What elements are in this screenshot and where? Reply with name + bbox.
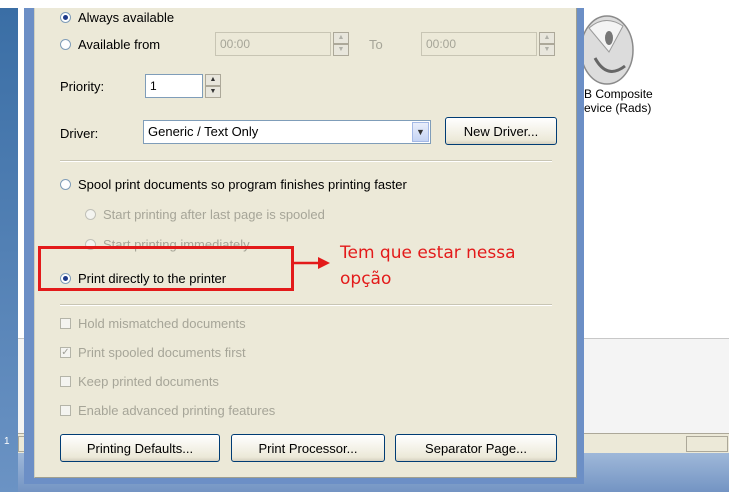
spinner-up-icon[interactable]: ▲	[333, 32, 349, 44]
print-spooled-first-checkbox[interactable]: ✓	[60, 347, 71, 358]
spinner-down-icon[interactable]: ▼	[539, 44, 555, 56]
print-processor-button[interactable]: Print Processor...	[231, 434, 385, 462]
spinner-down-icon[interactable]: ▼	[333, 44, 349, 56]
keep-printed-option[interactable]: Keep printed documents	[60, 374, 219, 389]
available-from-option[interactable]: Available from	[60, 37, 160, 52]
arrow-right-icon	[294, 257, 330, 269]
screen: 1 B Composite evice (Rads) Always availa…	[0, 0, 729, 492]
hold-mismatched-option[interactable]: Hold mismatched documents	[60, 316, 246, 331]
device-label[interactable]: B Composite evice (Rads)	[584, 87, 694, 115]
always-available-radio[interactable]	[60, 12, 71, 23]
start-after-last-page-label: Start printing after last page is spoole…	[103, 207, 325, 222]
separator-page-button[interactable]: Separator Page...	[395, 434, 557, 462]
top-header-strip	[0, 0, 729, 8]
start-after-last-page-radio[interactable]	[85, 209, 96, 220]
available-to-spinner[interactable]: ▲ ▼	[539, 32, 555, 56]
print-spooled-first-option[interactable]: ✓ Print spooled documents first	[60, 345, 246, 360]
spinner-down-icon[interactable]: ▼	[205, 86, 221, 98]
available-from-time-field[interactable]: 00:00	[215, 32, 331, 56]
priority-field[interactable]: 1	[145, 74, 203, 98]
hold-mismatched-checkbox[interactable]	[60, 318, 71, 329]
to-label: To	[369, 37, 383, 52]
spool-label: Spool print documents so program finishe…	[78, 177, 407, 192]
available-from-spinner[interactable]: ▲ ▼	[333, 32, 349, 56]
left-edge-label: 1	[4, 436, 10, 447]
advanced-features-label: Enable advanced printing features	[78, 403, 276, 418]
advanced-features-checkbox[interactable]	[60, 405, 71, 416]
desktop-left-strip: 1	[0, 8, 18, 492]
start-after-last-page-option[interactable]: Start printing after last page is spoole…	[85, 207, 325, 222]
separator	[60, 304, 552, 306]
annotation-text: Tem que estar nessa opção	[340, 243, 516, 289]
driver-select-value: Generic / Text Only	[148, 124, 259, 139]
new-driver-button[interactable]: New Driver...	[445, 117, 557, 145]
priority-spinner[interactable]: ▲ ▼	[205, 74, 221, 98]
always-available-label: Always available	[78, 10, 175, 25]
spool-option[interactable]: Spool print documents so program finishe…	[60, 177, 407, 192]
always-available-option[interactable]: Always available	[60, 10, 174, 25]
spinner-up-icon[interactable]: ▲	[539, 32, 555, 44]
separator	[60, 160, 552, 162]
advanced-features-option[interactable]: Enable advanced printing features	[60, 403, 275, 418]
driver-label: Driver:	[60, 126, 99, 141]
spinner-up-icon[interactable]: ▲	[205, 74, 221, 86]
print-spooled-first-label: Print spooled documents first	[78, 345, 246, 360]
annotation-highlight-box	[38, 246, 294, 291]
chevron-down-icon[interactable]: ▼	[412, 122, 429, 142]
spool-radio[interactable]	[60, 179, 71, 190]
available-to-time-field[interactable]: 00:00	[421, 32, 537, 56]
keep-printed-checkbox[interactable]	[60, 376, 71, 387]
available-from-label: Available from	[78, 37, 161, 52]
driver-select[interactable]: Generic / Text Only ▼	[143, 120, 431, 144]
status-cell	[686, 436, 728, 452]
keep-printed-label: Keep printed documents	[78, 374, 219, 389]
printing-defaults-button[interactable]: Printing Defaults...	[60, 434, 220, 462]
available-from-radio[interactable]	[60, 39, 71, 50]
priority-label: Priority:	[60, 79, 105, 94]
hold-mismatched-label: Hold mismatched documents	[78, 316, 246, 331]
